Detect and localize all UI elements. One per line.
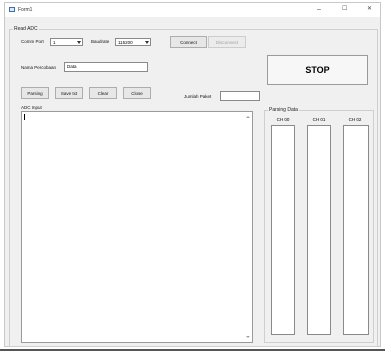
channel-list-ch01[interactable] xyxy=(307,125,331,335)
nama-percobaan-input[interactable]: Data xyxy=(64,62,148,72)
jumlah-paket-input[interactable] xyxy=(220,91,260,101)
close-window-button[interactable]: ✕ xyxy=(367,6,372,13)
baudrate-select[interactable]: 115200 xyxy=(115,38,151,46)
chevron-down-icon xyxy=(77,41,81,44)
read-adc-group-label: Read ADC xyxy=(13,26,39,32)
minimize-button[interactable]: – xyxy=(317,6,321,13)
com-port-value: 1 xyxy=(53,40,56,45)
chevron-down-icon xyxy=(145,41,149,44)
scroll-down-icon[interactable] xyxy=(246,336,250,338)
channel-list-ch02[interactable] xyxy=(343,125,369,335)
taskbar-edge xyxy=(0,349,385,351)
nama-percobaan-value: Data xyxy=(67,64,77,69)
app-icon xyxy=(9,7,15,12)
connect-button[interactable]: Connect xyxy=(170,36,207,48)
parsing-data-group-label: Parsing Data xyxy=(268,107,299,113)
window-title: Form1 xyxy=(18,7,33,13)
jumlah-paket-label: Jumlah Paket xyxy=(184,94,212,99)
channel-list-ch00[interactable] xyxy=(271,125,295,335)
stop-button[interactable]: STOP xyxy=(267,55,368,85)
adc-input-textarea[interactable] xyxy=(21,111,253,343)
title-bar: Form1 – ☐ ✕ xyxy=(5,3,380,17)
maximize-button[interactable]: ☐ xyxy=(342,6,347,13)
baudrate-label: Baudrate xyxy=(91,39,110,44)
close-button[interactable]: Close xyxy=(123,87,151,99)
scroll-up-icon[interactable] xyxy=(246,116,250,118)
disconnect-button[interactable]: Disconnect xyxy=(208,36,246,48)
parsing-button[interactable]: Parsing xyxy=(21,87,49,99)
save-txt-button[interactable]: Save txt xyxy=(55,87,83,99)
baudrate-value: 115200 xyxy=(118,40,133,45)
com-port-select[interactable]: 1 xyxy=(50,38,83,46)
com-port-label: Comm Port xyxy=(21,39,44,44)
channel-label-ch01: CH 01 xyxy=(312,117,326,122)
main-window: Form1 – ☐ ✕ Read ADC Comm Port 1 Baudrat… xyxy=(4,2,381,347)
channel-label-ch00: CH 00 xyxy=(276,117,290,122)
nama-percobaan-label: Nama Percobaan xyxy=(21,65,57,70)
adc-input-label: ADC Input xyxy=(21,105,42,110)
channel-label-ch02: CH 02 xyxy=(348,117,362,122)
text-caret xyxy=(24,114,25,120)
clear-button[interactable]: Clear xyxy=(89,87,117,99)
